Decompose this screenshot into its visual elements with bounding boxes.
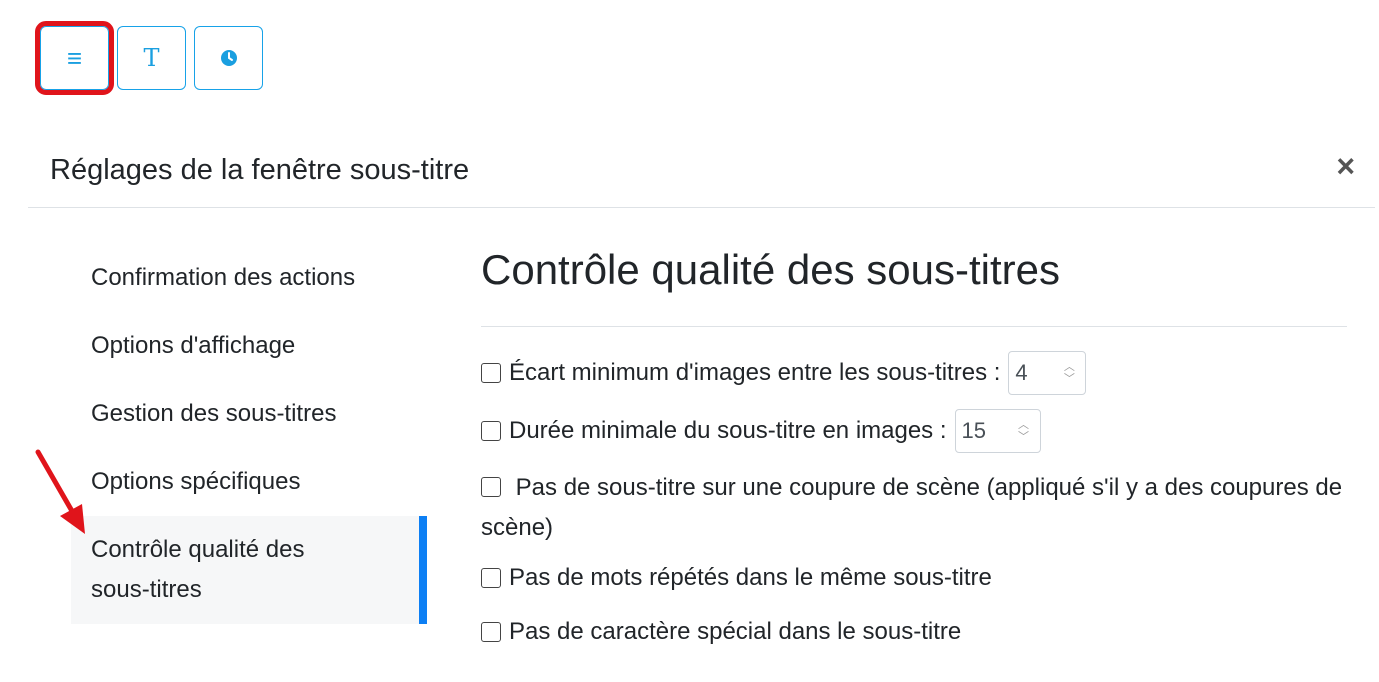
option-special-chars: Pas de caractère spécial dans le sous-ti… bbox=[481, 612, 1347, 652]
text-icon: T bbox=[143, 44, 160, 72]
stepper-arrows-icon[interactable]: ︿ ﹀ bbox=[1057, 361, 1081, 385]
red-arrow-icon bbox=[35, 449, 85, 534]
sidebar-item-subtitle-management[interactable]: Gestion des sous-titres bbox=[71, 380, 427, 448]
option-scene-cut: Pas de sous-titre sur une coupure de scè… bbox=[481, 467, 1347, 548]
main-content: Contrôle qualité des sous-titres Écart m… bbox=[481, 240, 1347, 666]
min-gap-stepper[interactable]: 4 ︿ ﹀ bbox=[1008, 351, 1087, 395]
text-button[interactable]: T bbox=[117, 26, 186, 90]
menu-icon: ≡ bbox=[66, 42, 83, 73]
stepper-arrows-icon[interactable]: ︿ ﹀ bbox=[1012, 419, 1036, 443]
menu-button[interactable]: ≡ bbox=[35, 21, 114, 95]
special-chars-label: Pas de caractère spécial dans le sous-ti… bbox=[509, 618, 962, 645]
min-gap-value: 4 bbox=[1015, 360, 1028, 385]
clock-button[interactable] bbox=[194, 26, 263, 90]
scene-cut-label-wrap: Pas de sous-titre sur une coupure de scè… bbox=[481, 467, 1347, 548]
sidebar-item-confirmation[interactable]: Confirmation des actions bbox=[71, 244, 427, 312]
clock-icon bbox=[220, 50, 237, 66]
min-duration-checkbox[interactable] bbox=[481, 421, 501, 441]
close-button[interactable]: × bbox=[1336, 150, 1355, 182]
min-duration-value: 15 bbox=[961, 418, 987, 443]
sidebar-item-quality-control[interactable]: Contrôle qualité des sous-titres bbox=[71, 516, 427, 624]
option-min-duration: Durée minimale du sous-titre en images :… bbox=[481, 409, 1347, 453]
min-duration-stepper[interactable]: 15 ︿ ﹀ bbox=[954, 409, 1041, 453]
scene-cut-checkbox[interactable] bbox=[481, 477, 501, 497]
special-chars-checkbox[interactable] bbox=[481, 622, 501, 642]
min-gap-checkbox[interactable] bbox=[481, 363, 501, 383]
sidebar-item-specific-options[interactable]: Options spécifiques bbox=[71, 448, 427, 516]
min-duration-label: Durée minimale du sous-titre en images : bbox=[509, 417, 947, 444]
sidebar-item-display-options[interactable]: Options d'affichage bbox=[71, 312, 427, 380]
modal-header: Réglages de la fenêtre sous-titre × bbox=[28, 140, 1375, 208]
settings-sidebar: Confirmation des actions Options d'affic… bbox=[71, 244, 427, 624]
modal-title: Réglages de la fenêtre sous-titre bbox=[50, 154, 470, 186]
option-repeated-words: Pas de mots répétés dans le même sous-ti… bbox=[481, 558, 1347, 598]
divider bbox=[481, 326, 1347, 327]
repeated-words-label: Pas de mots répétés dans le même sous-ti… bbox=[509, 564, 992, 591]
repeated-words-checkbox[interactable] bbox=[481, 568, 501, 588]
toolbar: ≡ T bbox=[35, 21, 263, 95]
page-title: Contrôle qualité des sous-titres bbox=[481, 246, 1060, 293]
option-min-gap: Écart minimum d'images entre les sous-ti… bbox=[481, 351, 1347, 395]
min-gap-label: Écart minimum d'images entre les sous-ti… bbox=[509, 359, 1001, 386]
scene-cut-label: Pas de sous-titre sur une coupure de scè… bbox=[481, 474, 1343, 541]
